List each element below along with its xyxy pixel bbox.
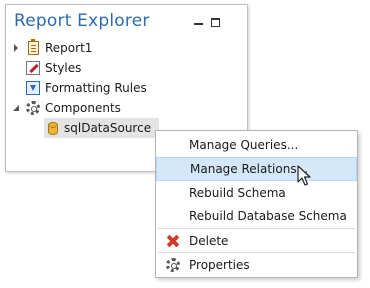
menu-item-label: Manage Relations...	[190, 162, 309, 176]
tree-item-label: Styles	[45, 61, 82, 75]
tree-item-components[interactable]: Components	[12, 98, 121, 118]
context-menu: Manage Queries... Manage Relations... Re…	[155, 130, 358, 278]
maximize-icon[interactable]	[210, 17, 221, 27]
collapse-arrow-icon[interactable]	[12, 103, 22, 113]
styles-icon	[26, 61, 40, 75]
mouse-cursor-icon	[297, 165, 311, 186]
tree-item-formatting-rules[interactable]: Formatting Rules	[26, 78, 147, 98]
tree-item-label: Components	[45, 101, 121, 115]
tree-item-report1[interactable]: Report1	[12, 38, 92, 58]
menu-item-manage-queries[interactable]: Manage Queries...	[156, 133, 357, 157]
tree-item-label: Report1	[45, 41, 93, 55]
panel-title: Report Explorer	[14, 11, 150, 31]
menu-item-manage-relations[interactable]: Manage Relations...	[156, 157, 357, 181]
expand-arrow-icon[interactable]	[12, 43, 22, 53]
tree-item-styles[interactable]: Styles	[26, 58, 81, 78]
menu-item-properties[interactable]: Properties	[156, 253, 357, 277]
properties-icon	[166, 258, 180, 272]
delete-icon	[166, 234, 180, 248]
menu-item-rebuild-schema[interactable]: Rebuild Schema	[156, 181, 357, 205]
database-icon	[48, 121, 58, 135]
menu-item-label: Delete	[189, 234, 229, 248]
menu-item-delete[interactable]: Delete	[156, 229, 357, 253]
gear-icon	[26, 101, 40, 115]
menu-item-label: Manage Queries...	[189, 138, 299, 152]
report-icon	[28, 39, 39, 55]
minimize-icon[interactable]	[193, 17, 204, 27]
formatting-rules-icon	[26, 81, 40, 95]
tree-item-label: sqlDataSource	[64, 121, 152, 135]
tree-item-label: Formatting Rules	[45, 81, 147, 95]
menu-item-label: Rebuild Database Schema	[189, 209, 347, 223]
menu-item-label: Rebuild Schema	[189, 186, 286, 200]
menu-item-label: Properties	[189, 258, 250, 272]
tree-item-sqldatasource[interactable]: sqlDataSource	[44, 118, 160, 138]
menu-item-rebuild-database-schema[interactable]: Rebuild Database Schema	[156, 204, 357, 228]
